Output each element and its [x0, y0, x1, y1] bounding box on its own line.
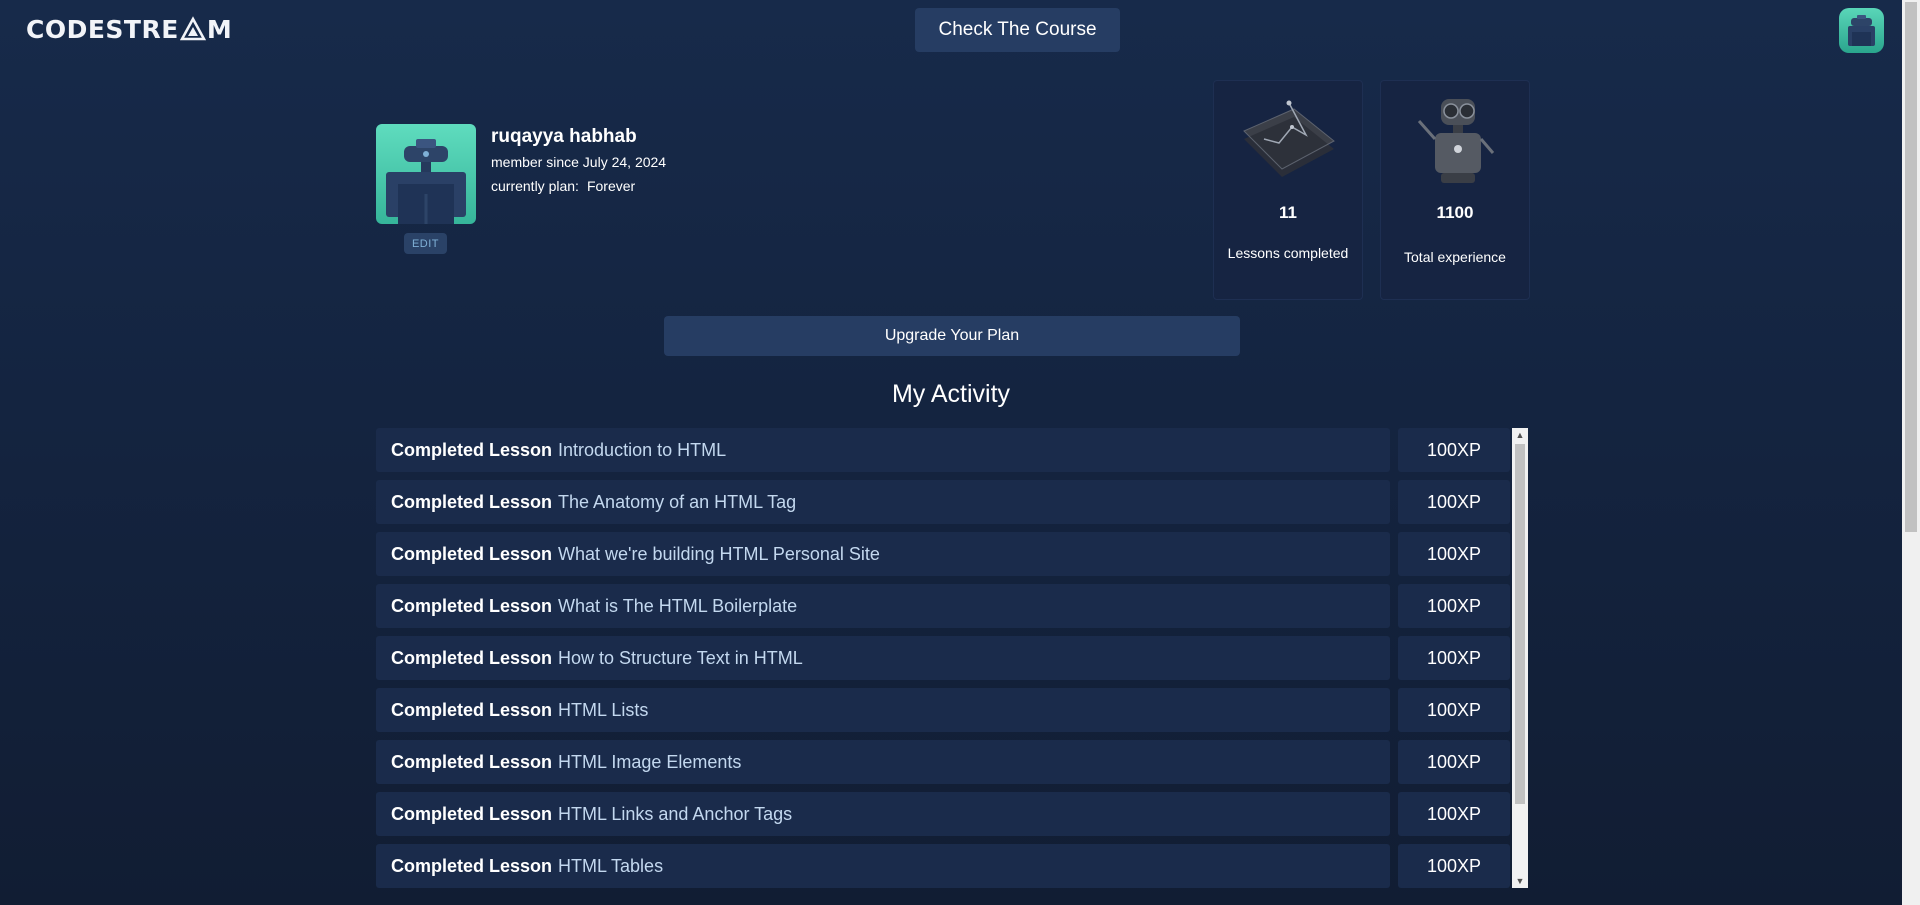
- edit-avatar-button[interactable]: EDIT: [404, 233, 447, 254]
- activity-lesson-title: What we're building HTML Personal Site: [558, 543, 880, 564]
- scroll-down-arrow-icon[interactable]: ▼: [1512, 874, 1528, 888]
- activity-lesson[interactable]: Completed Lesson HTML Tables: [376, 844, 1390, 888]
- activity-xp: 100XP: [1398, 792, 1510, 836]
- page-scrollbar[interactable]: [1902, 0, 1920, 905]
- activity-row: Completed Lesson What is The HTML Boilerp…: [376, 584, 1512, 628]
- codestream-logo[interactable]: CODESTRE M: [26, 14, 232, 44]
- activity-lesson-title: HTML Links and Anchor Tags: [558, 803, 793, 824]
- current-plan: currently plan: Forever: [491, 178, 635, 194]
- activity-prefix: Completed Lesson: [391, 491, 553, 512]
- activity-list[interactable]: Completed Lesson Introduction to HTML 100X…: [376, 428, 1528, 888]
- lessons-completed-value: 11: [1279, 203, 1297, 222]
- activity-lesson[interactable]: Completed Lesson The Anatomy of an HTML T…: [376, 480, 1390, 524]
- activity-prefix: Completed Lesson: [391, 803, 553, 824]
- activity-row: Completed Lesson Introduction to HTML 100X…: [376, 428, 1512, 472]
- total-experience-card: 1100 Total experience: [1380, 80, 1530, 300]
- activity-lesson-title: Introduction to HTML: [558, 439, 727, 460]
- activity-row: Completed Lesson How to Structure Text in…: [376, 636, 1512, 680]
- activity-prefix: Completed Lesson: [391, 647, 553, 668]
- user-name: ruqayya habhab: [491, 126, 637, 147]
- activity-lesson-title: HTML Tables: [558, 855, 664, 876]
- member-since: member since July 24, 2024: [491, 154, 667, 170]
- logo-text-end: M: [206, 14, 233, 44]
- activity-lesson-title: The Anatomy of an HTML Tag: [558, 491, 797, 512]
- profile-avatar: [376, 124, 476, 224]
- activity-lesson-title: HTML Image Elements: [558, 751, 742, 772]
- activity-xp: 100XP: [1398, 740, 1510, 784]
- activity-xp: 100XP: [1398, 480, 1510, 524]
- profile-page: CODESTRE M Check The Course EDIT ruqayya …: [0, 0, 1902, 905]
- page-scroll-thumb[interactable]: [1905, 2, 1917, 532]
- activity-lesson[interactable]: Completed Lesson What is The HTML Boilerp…: [376, 584, 1390, 628]
- activity-lesson[interactable]: Completed Lesson HTML Lists: [376, 688, 1390, 732]
- activity-prefix: Completed Lesson: [391, 595, 553, 616]
- activity-prefix: Completed Lesson: [391, 855, 553, 876]
- activity-row: Completed Lesson HTML Lists 100XP: [376, 688, 1512, 732]
- lessons-completed-card: 11 Lessons completed: [1213, 80, 1363, 300]
- user-avatar-menu[interactable]: [1839, 8, 1884, 53]
- robot-icon: [1417, 99, 1495, 183]
- activity-title: My Activity: [891, 380, 1011, 408]
- activity-row: Completed Lesson HTML Image Elements 100XP: [376, 740, 1512, 784]
- activity-prefix: Completed Lesson: [391, 543, 553, 564]
- activity-xp: 100XP: [1398, 688, 1510, 732]
- activity-prefix: Completed Lesson: [391, 439, 553, 460]
- activity-row: Completed Lesson HTML Tables 100XP: [376, 844, 1512, 888]
- activity-lesson-title: HTML Lists: [558, 699, 649, 720]
- lessons-completed-label: Lessons completed: [1227, 245, 1349, 261]
- activity-xp: 100XP: [1398, 584, 1510, 628]
- logo-pyramid-icon: [179, 16, 206, 41]
- plan-label: currently plan:: [491, 178, 579, 194]
- activity-row: Completed Lesson What we're building HTML…: [376, 532, 1512, 576]
- robot-avatar-icon: [386, 139, 466, 224]
- total-experience-label: Total experience: [1404, 249, 1506, 265]
- tablet-chart-icon: [1243, 100, 1335, 177]
- upgrade-plan-button[interactable]: Upgrade Your Plan: [664, 316, 1240, 356]
- activity-lesson[interactable]: Completed Lesson How to Structure Text in…: [376, 636, 1390, 680]
- activity-lesson[interactable]: Completed Lesson HTML Image Elements: [376, 740, 1390, 784]
- activity-xp: 100XP: [1398, 428, 1510, 472]
- plan-value: Forever: [586, 178, 636, 194]
- activity-lesson-title: What is The HTML Boilerplate: [558, 595, 798, 616]
- activity-lesson[interactable]: Completed Lesson Introduction to HTML: [376, 428, 1390, 472]
- activity-xp: 100XP: [1398, 636, 1510, 680]
- activity-lesson[interactable]: Completed Lesson HTML Links and Anchor Ta…: [376, 792, 1390, 836]
- robot-avatar-icon: [1848, 15, 1875, 46]
- scroll-up-arrow-icon[interactable]: ▲: [1512, 428, 1528, 442]
- activity-scrollbar[interactable]: ▲ ▼: [1512, 428, 1528, 888]
- check-course-button[interactable]: Check The Course: [915, 8, 1120, 52]
- activity-prefix: Completed Lesson: [391, 751, 553, 772]
- activity-row: Completed Lesson The Anatomy of an HTML T…: [376, 480, 1512, 524]
- activity-row: Completed Lesson HTML Links and Anchor Ta…: [376, 792, 1512, 836]
- activity-prefix: Completed Lesson: [391, 699, 553, 720]
- total-experience-value: 1100: [1436, 203, 1474, 222]
- activity-lesson-title: How to Structure Text in HTML: [558, 647, 803, 668]
- activity-scroll-thumb[interactable]: [1515, 444, 1525, 804]
- activity-xp: 100XP: [1398, 844, 1510, 888]
- logo-text-start: CODESTRE: [26, 14, 179, 44]
- activity-xp: 100XP: [1398, 532, 1510, 576]
- activity-lesson[interactable]: Completed Lesson What we're building HTML…: [376, 532, 1390, 576]
